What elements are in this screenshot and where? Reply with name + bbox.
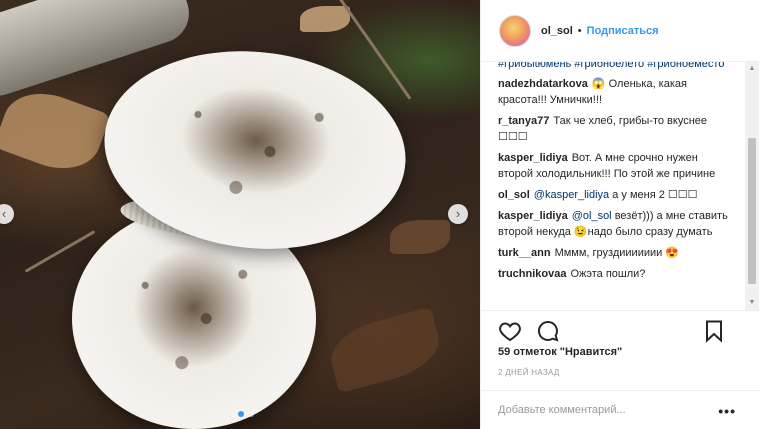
speech-bubble-icon[interactable]	[536, 319, 560, 343]
carousel-dots	[238, 411, 254, 417]
comment-username[interactable]: r_tanya77	[498, 115, 549, 127]
comment: truchnikovaa Ожэта пошли?	[498, 266, 733, 282]
comment: kasper_lidiya @ol_sol везёт))) а мне став…	[498, 208, 733, 240]
scroll-down-arrow-icon[interactable]: ▼	[745, 296, 759, 310]
follow-button[interactable]: Подписаться	[587, 25, 659, 37]
comments-scrollbar[interactable]: ▲ ▼	[745, 62, 759, 310]
likes-count[interactable]: 59 отметок "Нравится"	[498, 346, 622, 358]
comment: r_tanya77 Так че хлеб, грибы-то вкуснее ☐…	[498, 113, 733, 145]
comments-list[interactable]: #грибыtюмень #грибноелето #грибноеместо …	[481, 62, 743, 310]
comment-username[interactable]: kasper_lidiya	[498, 152, 568, 164]
carousel-dot	[238, 411, 244, 417]
action-bar	[481, 310, 760, 350]
chevron-right-icon[interactable]: ›	[448, 204, 468, 224]
heart-icon[interactable]	[498, 319, 522, 343]
post-sidebar: ol_sol • Подписаться #грибыtюмень #грибн…	[480, 0, 760, 429]
bookmark-icon[interactable]	[702, 319, 726, 343]
post-header: ol_sol • Подписаться	[481, 0, 760, 62]
scroll-up-arrow-icon[interactable]: ▲	[745, 62, 759, 76]
carousel-dot	[248, 411, 254, 417]
comment: kasper_lidiya Вот. А мне срочно нужен вто…	[498, 150, 733, 182]
comment: ol_sol @kasper_lidiya а у меня 2 ☐☐☐	[498, 187, 733, 203]
leaf	[0, 81, 111, 181]
comment-mention[interactable]: @kasper_lidiya	[534, 189, 609, 201]
comment-username[interactable]: nadezhdatarkova	[498, 78, 588, 90]
post-timestamp[interactable]: 2 ДНЕЙ НАЗАД	[498, 368, 560, 377]
comment: nadezhdatarkova 😱 Оленька, какая красота!…	[498, 76, 733, 108]
chevron-left-icon[interactable]: ‹	[0, 204, 14, 224]
leaf	[324, 306, 446, 394]
comment: turk__ann Мммм, груздиииииии 😍	[498, 245, 733, 261]
more-options-icon[interactable]: •••	[718, 403, 736, 419]
hashtags[interactable]: #грибыtюмень #грибноелето #грибноеместо	[498, 62, 733, 72]
leaf	[390, 220, 450, 254]
scrollbar-thumb[interactable]	[748, 138, 756, 284]
comment-text: Ожэта пошли?	[570, 268, 646, 280]
comment-mention[interactable]: @ol_sol	[572, 210, 612, 222]
username[interactable]: ol_sol	[541, 25, 573, 37]
avatar[interactable]	[499, 14, 531, 47]
leaf	[300, 6, 350, 32]
add-comment-bar: •••	[481, 390, 760, 429]
comment-text: Мммм, груздиииииии 😍	[554, 247, 680, 259]
comment-username[interactable]: truchnikovaa	[498, 268, 566, 280]
twig	[24, 230, 96, 273]
comment-username[interactable]: turk__ann	[498, 247, 551, 259]
post-photo[interactable]: ‹ ›	[0, 0, 480, 429]
comment-username[interactable]: kasper_lidiya	[498, 210, 568, 222]
comment-username[interactable]: ol_sol	[498, 189, 530, 201]
comment-text: а у меня 2 ☐☐☐	[609, 189, 698, 201]
comment-input[interactable]	[498, 404, 698, 416]
separator: •	[577, 24, 582, 37]
